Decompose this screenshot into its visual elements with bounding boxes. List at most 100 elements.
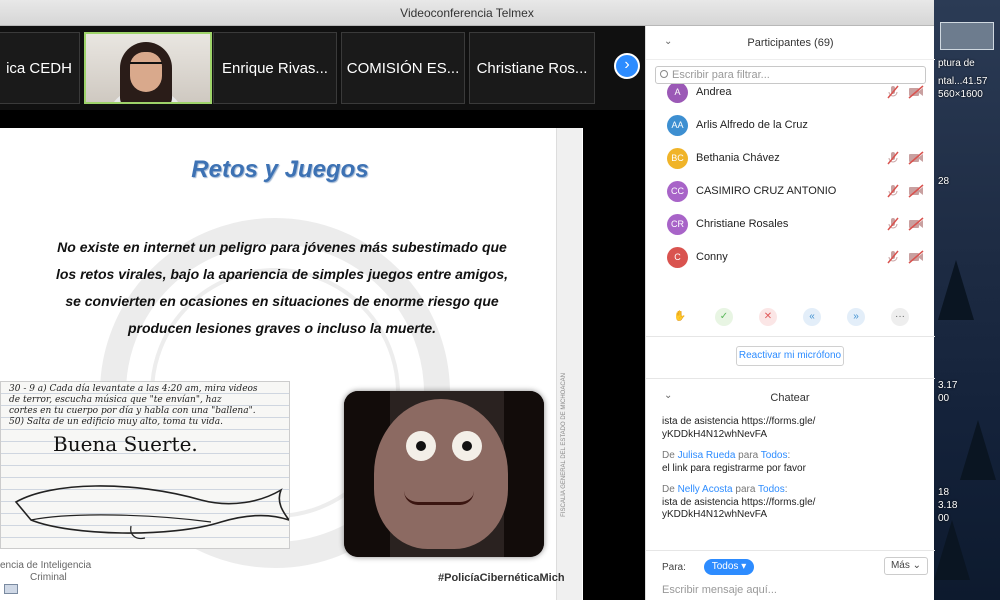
participant-row[interactable]: BC Bethania Chávez [646, 142, 935, 175]
yes-icon[interactable]: ✓ [715, 308, 733, 326]
avatar: A [667, 84, 688, 103]
desktop-background: ptura de ntal...41.57 560×1600 28 3.17 0… [934, 0, 1000, 600]
participants-title: Participantes (69) [747, 37, 834, 49]
chat-message: ista de asistencia https://forms.gle/ yK… [662, 416, 816, 440]
mic-muted-icon[interactable] [885, 150, 901, 166]
tile-name: Christiane Ros... [476, 59, 588, 77]
desktop-file-thumbnail[interactable] [940, 22, 994, 50]
participant-name: CASIMIRO CRUZ ANTONIO [696, 185, 837, 197]
unmute-button[interactable]: Reactivar mi micrófono [736, 346, 844, 366]
presentation-slide: Retos y Juegos No existe en internet un … [0, 128, 583, 600]
chat-recipient-row: Para: Todos ▾ [662, 559, 754, 575]
tree-silhouette [934, 520, 970, 580]
shared-screen: Retos y Juegos No existe en internet un … [0, 110, 645, 600]
participant-name: Andrea [696, 86, 732, 98]
handwriting-line: 30 - 9 a) Cada día levantate a las 4:20 … [9, 384, 258, 394]
handwritten-note-image: 30 - 9 a) Cada día levantate a las 4:20 … [0, 381, 290, 549]
raise-hand-icon[interactable]: ✋ [671, 308, 689, 326]
tree-silhouette [960, 420, 996, 480]
mic-muted-icon[interactable] [885, 84, 901, 100]
video-tile[interactable]: ica CEDH [0, 32, 80, 104]
zoom-window: Videoconferencia Telmex ica CEDH Enrique… [0, 0, 935, 600]
slide-body: No existe en internet un peligro para jó… [55, 239, 509, 336]
participant-name: Conny [696, 251, 728, 263]
avatar: CR [667, 214, 688, 235]
handwriting-line: 50) Salta de un edificio muy alto, toma … [9, 417, 223, 427]
more-icon[interactable]: ··· [891, 308, 909, 326]
participant-row[interactable]: A Andrea [646, 84, 935, 109]
video-off-icon[interactable] [908, 184, 924, 198]
participant-row[interactable]: CR Christiane Rosales [646, 208, 935, 241]
avatar: BC [667, 148, 688, 169]
recipient-dropdown[interactable]: Todos ▾ [704, 559, 754, 575]
slide-footer-hashtag: #PolicíaCibernéticaMich [438, 572, 565, 584]
slide-footer-left: encia de Inteligencia Criminal [0, 560, 92, 583]
slide-side-text: FISCALÍA GENERAL DEL ESTADO DE MICHOACÁN [561, 373, 567, 517]
window-title: Videoconferencia Telmex [400, 6, 534, 20]
chat-message: De Julisa Rueda para Todos: el link para… [662, 450, 806, 474]
go-faster-icon[interactable]: » [847, 308, 865, 326]
chat-message-input[interactable]: Escribir mensaje aquí... [662, 584, 777, 596]
slide-title: Retos y Juegos [191, 156, 369, 183]
participant-list: A Andrea AA Arlis Alfredo de la Cruz BC … [646, 84, 935, 304]
desktop-label: ntal...41.57 [938, 76, 988, 87]
avatar: C [667, 247, 688, 268]
chat-title: Chatear [770, 392, 810, 404]
participant-row[interactable]: CC CASIMIRO CRUZ ANTONIO [646, 175, 935, 208]
tile-name: COMISIÓN ES... [346, 59, 460, 77]
camera-feed [86, 34, 210, 102]
reaction-bar: ✋ ✓ ✕ « » ··· [646, 308, 935, 330]
desktop-label: 28 [938, 176, 950, 187]
mic-muted-icon[interactable] [885, 183, 901, 199]
handwriting-line: de terror, escucha música que "te envían… [9, 395, 222, 405]
no-icon[interactable]: ✕ [759, 308, 777, 326]
momo-image [344, 391, 544, 557]
participants-header: ⌄ Participantes (69) [646, 26, 935, 60]
participant-row[interactable]: AA Arlis Alfredo de la Cruz [646, 109, 935, 142]
mic-muted-icon[interactable] [885, 249, 901, 265]
participant-name: Arlis Alfredo de la Cruz [696, 119, 808, 131]
divider [646, 336, 935, 337]
next-page-button[interactable]: › [614, 53, 640, 79]
screen-share-icon[interactable] [4, 584, 18, 594]
video-strip: ica CEDH Enrique Rivas... COMISIÓN ES...… [0, 26, 645, 110]
video-off-icon[interactable] [908, 217, 924, 231]
handwriting-caption: Buena Suerte. [53, 432, 198, 456]
desktop-label: 18 [938, 487, 950, 498]
slide-side-band [556, 128, 582, 600]
desktop-label: 3.17 [938, 380, 958, 391]
chevron-right-icon: › [624, 56, 630, 73]
participant-filter-input[interactable]: Escribir para filtrar... [655, 66, 926, 84]
desktop-label: 3.18 [938, 500, 958, 511]
video-tile[interactable]: COMISIÓN ES... [341, 32, 465, 104]
video-off-icon[interactable] [908, 85, 924, 99]
desktop-label: ptura de [938, 58, 975, 69]
go-slower-icon[interactable]: « [803, 308, 821, 326]
tile-name: Enrique Rivas... [222, 59, 328, 77]
window-titlebar[interactable]: Videoconferencia Telmex [0, 0, 934, 26]
video-off-icon[interactable] [908, 250, 924, 264]
search-icon [660, 70, 668, 78]
video-off-icon[interactable] [908, 151, 924, 165]
handwriting-line: cortes en tu cuerpo por día y habla con … [9, 406, 256, 416]
tree-silhouette [938, 260, 974, 320]
side-panel: ⌄ Participantes (69) Escribir para filtr… [645, 26, 935, 600]
desktop-label: 00 [938, 393, 950, 404]
mic-muted-icon[interactable] [885, 216, 901, 232]
video-tile[interactable]: Enrique Rivas... [213, 32, 337, 104]
desktop-label: 560×1600 [938, 89, 983, 100]
chat-message: De Nelly Acosta para Todos: ista de asis… [662, 484, 816, 520]
avatar: CC [667, 181, 688, 202]
participant-name: Christiane Rosales [696, 218, 789, 230]
participant-row[interactable]: C Conny [646, 241, 935, 274]
divider [646, 550, 935, 551]
participant-name: Bethania Chávez [696, 152, 780, 164]
tile-name: ica CEDH [6, 59, 72, 77]
whale-drawing [14, 485, 289, 540]
chat-messages: ista de asistencia https://forms.gle/ yK… [662, 416, 924, 531]
more-button[interactable]: Más ⌄ [884, 557, 928, 575]
video-tile-active-speaker[interactable] [84, 32, 212, 104]
divider [646, 378, 935, 379]
screen: ptura de ntal...41.57 560×1600 28 3.17 0… [0, 0, 1000, 600]
video-tile[interactable]: Christiane Ros... [469, 32, 595, 104]
